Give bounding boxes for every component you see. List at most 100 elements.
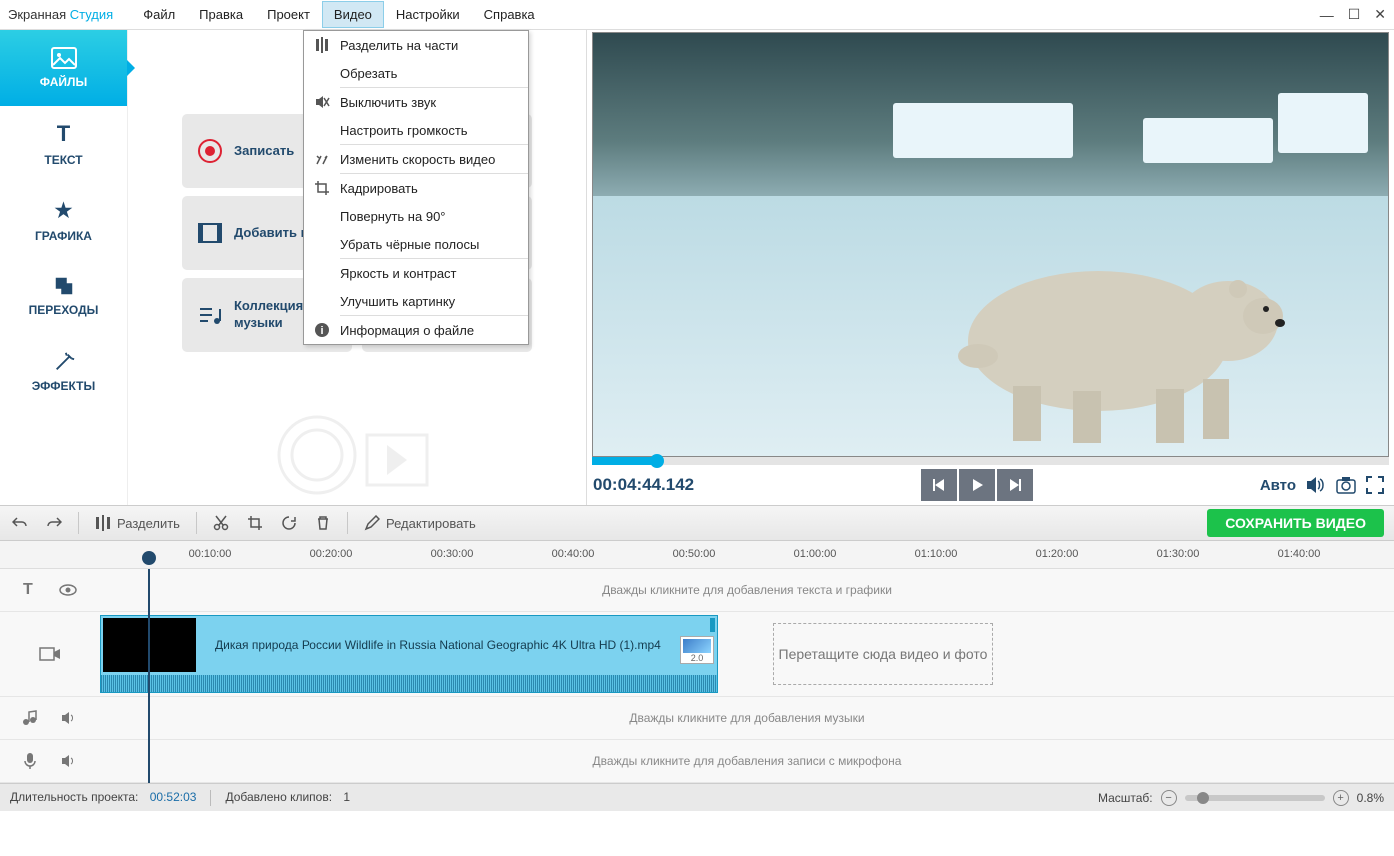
dd-blackbars[interactable]: Убрать чёрные полосы xyxy=(304,230,528,258)
dd-fileinfo[interactable]: iИнформация о файле xyxy=(304,316,528,344)
ruler-tick: 01:40:00 xyxy=(1278,548,1321,560)
video-clip[interactable]: Дикая природа России Wildlife in Russia … xyxy=(100,615,718,693)
edit-button[interactable]: Редактировать xyxy=(362,511,478,535)
side-tab-transitions[interactable]: ПЕРЕХОДЫ xyxy=(0,258,127,334)
clip-waveform xyxy=(101,675,717,692)
minimize-button[interactable]: — xyxy=(1320,7,1334,23)
zoom-out-button[interactable]: − xyxy=(1161,790,1177,806)
visibility-icon[interactable] xyxy=(59,583,77,597)
side-tab-graphics[interactable]: ★ ГРАФИКА xyxy=(0,182,127,258)
polar-bear-image xyxy=(918,201,1298,451)
auto-size-button[interactable]: Авто xyxy=(1260,477,1296,494)
menu-edit[interactable]: Правка xyxy=(187,1,255,28)
save-video-button[interactable]: СОХРАНИТЬ ВИДЕО xyxy=(1207,509,1384,537)
ruler-tick: 00:30:00 xyxy=(431,548,474,560)
track-music-body[interactable]: Дважды кликните для добавления музыки xyxy=(100,697,1394,739)
cut-button[interactable] xyxy=(211,511,231,535)
snapshot-icon[interactable] xyxy=(1336,476,1356,494)
volume-icon[interactable] xyxy=(1306,476,1326,494)
image-icon xyxy=(51,47,77,69)
dd-rotate[interactable]: Повернуть на 90° xyxy=(304,202,528,230)
ruler-tick: 00:40:00 xyxy=(552,548,595,560)
dd-enhance[interactable]: Улучшить картинку xyxy=(304,287,528,315)
maximize-button[interactable]: ☐ xyxy=(1348,6,1361,23)
redo-button[interactable] xyxy=(44,511,64,535)
mic-track-icon xyxy=(22,752,38,770)
timeline-toolbar: Разделить Редактировать СОХРАНИТЬ ВИДЕО xyxy=(0,505,1394,541)
playhead[interactable] xyxy=(148,569,150,783)
side-tab-effects[interactable]: ЭФФЕКТЫ xyxy=(0,334,127,410)
split-icon xyxy=(304,37,340,53)
zoom-slider[interactable] xyxy=(1185,795,1325,801)
dd-speed[interactable]: Изменить скорость видео xyxy=(304,145,528,173)
split-button[interactable]: Разделить xyxy=(93,511,182,535)
text-track-icon: T xyxy=(23,581,33,599)
video-track-icon xyxy=(39,645,61,663)
undo-button[interactable] xyxy=(10,511,30,535)
zoom-label: Масштаб: xyxy=(1098,791,1153,805)
track-volume-icon[interactable] xyxy=(61,754,79,768)
decor-illustration xyxy=(237,405,477,505)
ruler-tick: 01:10:00 xyxy=(915,548,958,560)
side-tab-files[interactable]: ФАЙЛЫ xyxy=(0,30,127,106)
track-mic-body[interactable]: Дважды кликните для добавления записи с … xyxy=(100,740,1394,782)
ruler-tick: 00:20:00 xyxy=(310,548,353,560)
crop-icon xyxy=(304,180,340,196)
clip-label: Дикая природа России Wildlife in Russia … xyxy=(215,638,661,652)
timeline: 00:10:00 00:20:00 00:30:00 00:40:00 00:50:00… xyxy=(0,541,1394,783)
ruler-tick: 00:10:00 xyxy=(189,548,232,560)
rotate-button[interactable] xyxy=(279,511,299,535)
dd-volume[interactable]: Настроить громкость xyxy=(304,116,528,144)
track-music: Дважды кликните для добавления музыки xyxy=(0,697,1394,740)
video-drop-zone[interactable]: Перетащите сюда видео и фото xyxy=(773,623,993,685)
copy-icon xyxy=(51,275,77,297)
fullscreen-icon[interactable] xyxy=(1366,476,1384,494)
mute-icon xyxy=(304,94,340,110)
delete-button[interactable] xyxy=(313,511,333,535)
dd-trim[interactable]: Обрезать xyxy=(304,59,528,87)
text-icon: T xyxy=(57,121,70,147)
duration-label: Длительность проекта: xyxy=(10,790,138,806)
video-menu-dropdown: Разделить на части Обрезать Выключить зв… xyxy=(303,30,529,345)
menu-project[interactable]: Проект xyxy=(255,1,322,28)
next-button[interactable] xyxy=(997,469,1033,501)
dd-mute[interactable]: Выключить звук xyxy=(304,88,528,116)
duration-value: 00:52:03 xyxy=(150,790,197,806)
scrub-bar[interactable] xyxy=(592,457,1389,465)
menu-help[interactable]: Справка xyxy=(472,1,547,28)
video-preview[interactable] xyxy=(592,32,1389,457)
track-video-body[interactable]: Дикая природа России Wildlife in Russia … xyxy=(100,612,1394,696)
preview-panel: 00:04:44.142 Авто xyxy=(586,30,1394,505)
ruler[interactable]: 00:10:00 00:20:00 00:30:00 00:40:00 00:50:00… xyxy=(0,541,1394,569)
close-button[interactable]: ✕ xyxy=(1374,6,1386,23)
dd-brightness[interactable]: Яркость и контраст xyxy=(304,259,528,287)
menu-settings[interactable]: Настройки xyxy=(384,1,472,28)
dd-crop[interactable]: Кадрировать xyxy=(304,174,528,202)
menu-video[interactable]: Видео xyxy=(322,1,384,28)
music-track-icon xyxy=(22,710,38,726)
track-text: T Дважды кликните для добавления текста … xyxy=(0,569,1394,612)
info-icon: i xyxy=(304,322,340,338)
clips-label: Добавлено клипов: xyxy=(225,790,332,806)
prev-button[interactable] xyxy=(921,469,957,501)
dd-split[interactable]: Разделить на части xyxy=(304,31,528,59)
music-library-icon xyxy=(196,301,224,329)
sidebar: ФАЙЛЫ T ТЕКСТ ★ ГРАФИКА ПЕРЕХОДЫ ЭФФЕКТЫ xyxy=(0,30,128,505)
track-text-body[interactable]: Дважды кликните для добавления текста и … xyxy=(100,569,1394,611)
clip-speed-badge: 2.0 xyxy=(680,636,714,664)
side-tab-text[interactable]: T ТЕКСТ xyxy=(0,106,127,182)
clip-handle-right[interactable] xyxy=(710,618,715,632)
zoom-value: 0.8% xyxy=(1357,791,1384,805)
menu-file[interactable]: Файл xyxy=(131,1,187,28)
svg-text:i: i xyxy=(320,325,323,337)
menubar: Экранная Студия Файл Правка Проект Видео… xyxy=(0,0,1394,30)
clips-value: 1 xyxy=(343,790,350,806)
scrub-knob[interactable] xyxy=(650,454,664,468)
ruler-tick: 00:50:00 xyxy=(673,548,716,560)
zoom-in-button[interactable]: + xyxy=(1333,790,1349,806)
track-volume-icon[interactable] xyxy=(61,711,79,725)
play-button[interactable] xyxy=(959,469,995,501)
speed-icon xyxy=(304,151,340,167)
crop-button[interactable] xyxy=(245,511,265,535)
ruler-tick: 01:30:00 xyxy=(1157,548,1200,560)
